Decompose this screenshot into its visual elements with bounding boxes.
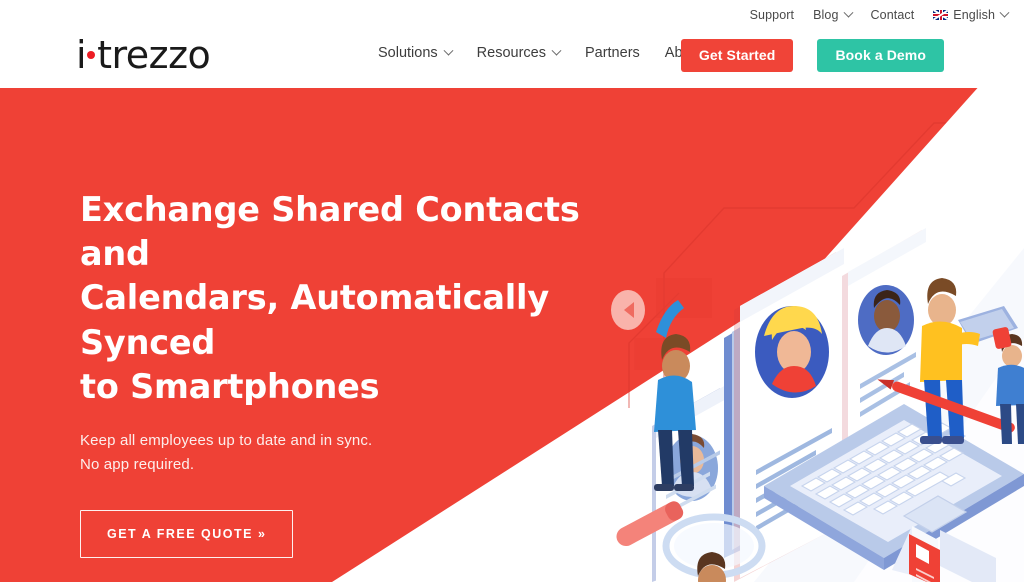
hero-title-line-3: to Smartphones [80,366,380,406]
utility-nav: Support Blog Contact English [750,0,1010,30]
utility-link-support[interactable]: Support [750,8,794,22]
utility-link-blog[interactable]: Blog [813,7,853,22]
get-a-free-quote-button[interactable]: GET A FREE QUOTE » [80,509,294,558]
hero-subtitle-line-1: Keep all employees up to date and in syn… [80,432,373,450]
hero-decorative-lines [628,122,1024,408]
hero-title-line-2: Calendars, Automatically Synced [80,278,549,362]
site-logo[interactable]: i trezzo [76,33,211,77]
uk-flag-icon [933,10,949,20]
nav-item-solutions[interactable]: Solutions [378,45,454,61]
hero-title: Exchange Shared Contacts and Calendars, … [80,188,610,409]
hero-content: Exchange Shared Contacts and Calendars, … [80,188,610,558]
chevron-down-icon [551,45,562,56]
header-cta-group: Get Started Book a Demo [680,39,944,72]
site-header: Support Blog Contact English i trezzo So… [0,0,1024,88]
get-started-button[interactable]: Get Started [680,39,794,72]
main-nav: Solutions Resources Partners About [378,45,719,61]
hero-section: Exchange Shared Contacts and Calendars, … [0,88,1024,582]
chevron-down-icon [443,45,454,56]
nav-item-partners[interactable]: Partners [585,45,640,61]
utility-link-contact-label: Contact [870,8,915,22]
utility-link-support-label: Support [749,8,795,22]
utility-link-contact[interactable]: Contact [871,8,915,22]
hero-subtitle-line-2: No app required. [80,456,195,474]
logo-text-trezzo: trezzo [97,33,211,77]
hero-subtitle: Keep all employees up to date and in syn… [80,429,610,478]
nav-item-resources-label: Resources [476,45,546,61]
language-label: English [953,8,995,22]
nav-item-partners-label: Partners [584,45,640,61]
hero-title-line-1: Exchange Shared Contacts and [80,190,580,274]
chevron-down-icon [999,7,1010,18]
utility-link-blog-label: Blog [813,8,839,22]
landing-page: Support Blog Contact English i trezzo So… [0,0,1024,582]
logo-text-i: i [76,33,87,77]
chevron-down-icon [843,7,853,18]
nav-item-solutions-label: Solutions [378,45,438,61]
language-selector[interactable]: English [933,7,1010,22]
book-a-demo-button[interactable]: Book a Demo [817,39,944,72]
logo-dot-icon [87,51,96,59]
nav-item-resources[interactable]: Resources [476,45,562,61]
